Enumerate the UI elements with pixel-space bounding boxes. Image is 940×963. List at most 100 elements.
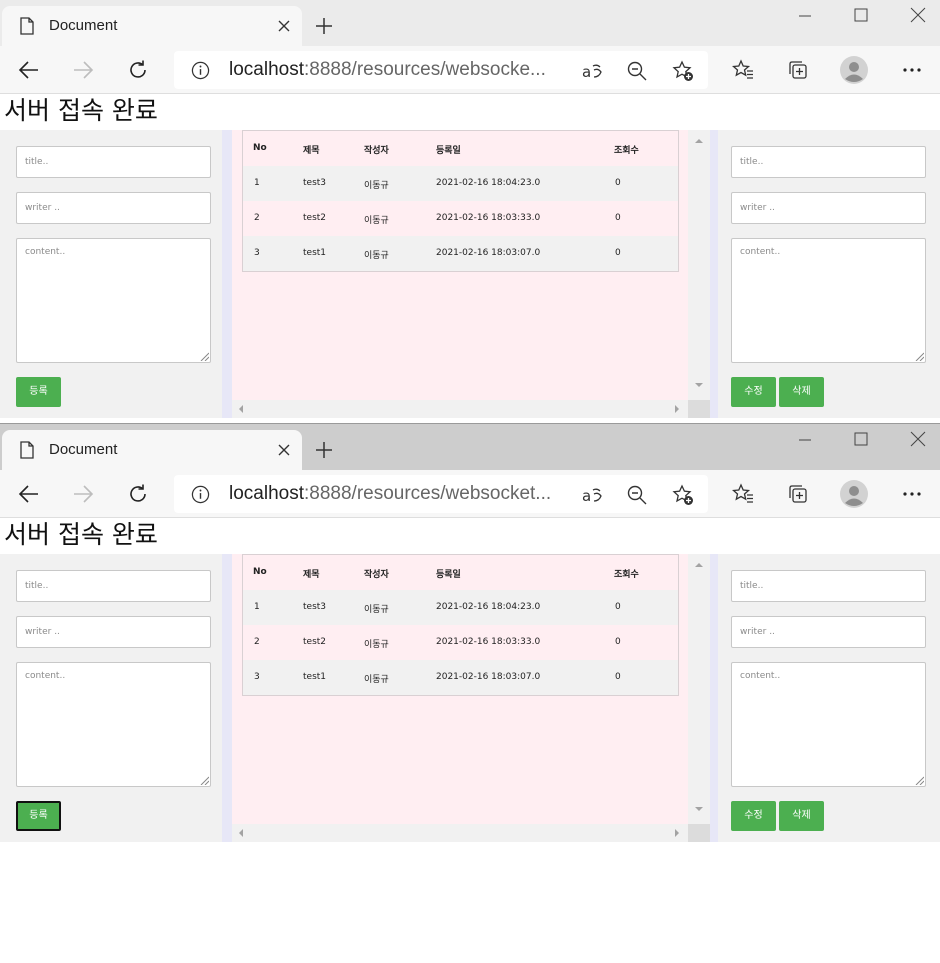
- scroll-down-icon[interactable]: [694, 804, 704, 814]
- column-header: 제목: [303, 570, 320, 580]
- back-icon[interactable]: [18, 59, 40, 81]
- edit-writer-input[interactable]: writer ..: [731, 616, 926, 648]
- favorites-icon[interactable]: [732, 483, 754, 505]
- vertical-scrollbar[interactable]: [688, 130, 710, 400]
- edit-button[interactable]: 수정: [731, 801, 776, 831]
- page-content: title.. writer .. content.. 등록 No 제목 작성자…: [0, 554, 940, 842]
- resize-handle-icon[interactable]: [915, 352, 924, 361]
- table-row[interactable]: 1 test3 이동규 2021-02-16 18:04:23.0 0: [243, 166, 678, 201]
- collections-icon[interactable]: [787, 59, 809, 81]
- read-aloud-icon[interactable]: a: [581, 484, 603, 506]
- table-row[interactable]: 2 test2 이동규 2021-02-16 18:03:33.0 0: [243, 201, 678, 236]
- svg-text:a: a: [582, 487, 591, 505]
- content-placeholder: content..: [740, 671, 781, 681]
- edit-title-input[interactable]: title..: [731, 570, 926, 602]
- browser-tab[interactable]: Document: [2, 430, 302, 470]
- title-input[interactable]: title..: [16, 570, 211, 602]
- scroll-right-icon[interactable]: [672, 404, 682, 414]
- writer-placeholder: writer ..: [25, 627, 60, 637]
- close-icon[interactable]: [276, 442, 292, 458]
- resize-handle-icon[interactable]: [915, 776, 924, 785]
- profile-icon[interactable]: [840, 56, 868, 84]
- edit-writer-input[interactable]: writer ..: [731, 192, 926, 224]
- url-rest: :8888/resources/websocket...: [304, 483, 552, 504]
- writer-input[interactable]: writer ..: [16, 616, 211, 648]
- scroll-left-icon[interactable]: [236, 404, 246, 414]
- url-text[interactable]: localhost:8888/resources/websocket...: [229, 483, 551, 505]
- add-favorite-icon[interactable]: [672, 60, 694, 82]
- document-icon: [20, 17, 34, 35]
- window-close-icon[interactable]: [903, 430, 933, 450]
- cell-writer: 이동규: [364, 181, 389, 191]
- cell-no: 2: [254, 213, 260, 223]
- minimize-icon[interactable]: [790, 6, 820, 26]
- resize-handle-icon[interactable]: [200, 776, 209, 785]
- vertical-scrollbar[interactable]: [688, 554, 710, 824]
- address-bar[interactable]: localhost:8888/resources/websocke... a: [174, 51, 708, 89]
- submit-button[interactable]: 등록: [16, 801, 61, 831]
- edit-button[interactable]: 수정: [731, 377, 776, 407]
- horizontal-scrollbar[interactable]: [232, 824, 688, 842]
- maximize-icon[interactable]: [846, 430, 876, 450]
- cell-date: 2021-02-16 18:04:23.0: [436, 178, 541, 188]
- table-row[interactable]: 3 test1 이동규 2021-02-16 18:03:07.0 0: [243, 660, 678, 695]
- table-row[interactable]: 3 test1 이동규 2021-02-16 18:03:07.0 0: [243, 236, 678, 271]
- table-row[interactable]: 1 test3 이동규 2021-02-16 18:04:23.0 0: [243, 590, 678, 625]
- column-header: 작성자: [364, 570, 389, 580]
- content-textarea[interactable]: content..: [16, 662, 211, 787]
- submit-button[interactable]: 등록: [16, 377, 61, 407]
- address-bar[interactable]: localhost:8888/resources/websocket... a: [174, 475, 708, 513]
- refresh-icon[interactable]: [127, 483, 149, 505]
- favorites-icon[interactable]: [732, 59, 754, 81]
- page-heading: 서버 접속 완료: [4, 520, 158, 549]
- more-icon[interactable]: [901, 59, 923, 81]
- profile-icon[interactable]: [840, 480, 868, 508]
- read-aloud-icon[interactable]: a: [581, 60, 603, 82]
- resize-handle-icon[interactable]: [200, 352, 209, 361]
- zoom-out-icon[interactable]: [626, 484, 648, 506]
- new-tab-icon[interactable]: [314, 16, 334, 36]
- title-placeholder: title..: [740, 581, 764, 591]
- column-header: 작성자: [364, 146, 389, 156]
- cell-no: 1: [254, 602, 260, 612]
- scroll-up-icon[interactable]: [694, 136, 704, 146]
- edit-content-textarea[interactable]: content..: [731, 662, 926, 787]
- edit-title-input[interactable]: title..: [731, 146, 926, 178]
- info-icon[interactable]: [191, 61, 210, 80]
- delete-button[interactable]: 삭제: [779, 801, 824, 831]
- add-favorite-icon[interactable]: [672, 484, 694, 506]
- scroll-left-icon[interactable]: [236, 828, 246, 838]
- window-close-icon[interactable]: [903, 6, 933, 26]
- url-text[interactable]: localhost:8888/resources/websocke...: [229, 59, 546, 81]
- back-icon[interactable]: [18, 483, 40, 505]
- scroll-up-icon[interactable]: [694, 560, 704, 570]
- content-placeholder: content..: [25, 247, 66, 257]
- cell-title: test1: [303, 672, 327, 682]
- collections-icon[interactable]: [787, 483, 809, 505]
- info-icon[interactable]: [191, 485, 210, 504]
- maximize-icon[interactable]: [846, 6, 876, 26]
- more-icon[interactable]: [901, 483, 923, 505]
- content-placeholder: content..: [25, 671, 66, 681]
- new-tab-icon[interactable]: [314, 440, 334, 460]
- title-bar: Document: [0, 0, 940, 46]
- cell-no: 1: [254, 178, 260, 188]
- tab-title: Document: [49, 441, 118, 458]
- writer-input[interactable]: writer ..: [16, 192, 211, 224]
- cell-views: 0: [615, 672, 621, 682]
- close-icon[interactable]: [276, 18, 292, 34]
- scroll-right-icon[interactable]: [672, 828, 682, 838]
- title-input[interactable]: title..: [16, 146, 211, 178]
- scroll-down-icon[interactable]: [694, 380, 704, 390]
- edit-content-textarea[interactable]: content..: [731, 238, 926, 363]
- delete-button[interactable]: 삭제: [779, 377, 824, 407]
- table-row[interactable]: 2 test2 이동규 2021-02-16 18:03:33.0 0: [243, 625, 678, 660]
- minimize-icon[interactable]: [790, 430, 820, 450]
- browser-tab[interactable]: Document: [2, 6, 302, 46]
- forward-icon: [74, 61, 94, 79]
- refresh-icon[interactable]: [127, 59, 149, 81]
- content-textarea[interactable]: content..: [16, 238, 211, 363]
- cell-date: 2021-02-16 18:03:07.0: [436, 248, 541, 258]
- horizontal-scrollbar[interactable]: [232, 400, 688, 418]
- zoom-out-icon[interactable]: [626, 60, 648, 82]
